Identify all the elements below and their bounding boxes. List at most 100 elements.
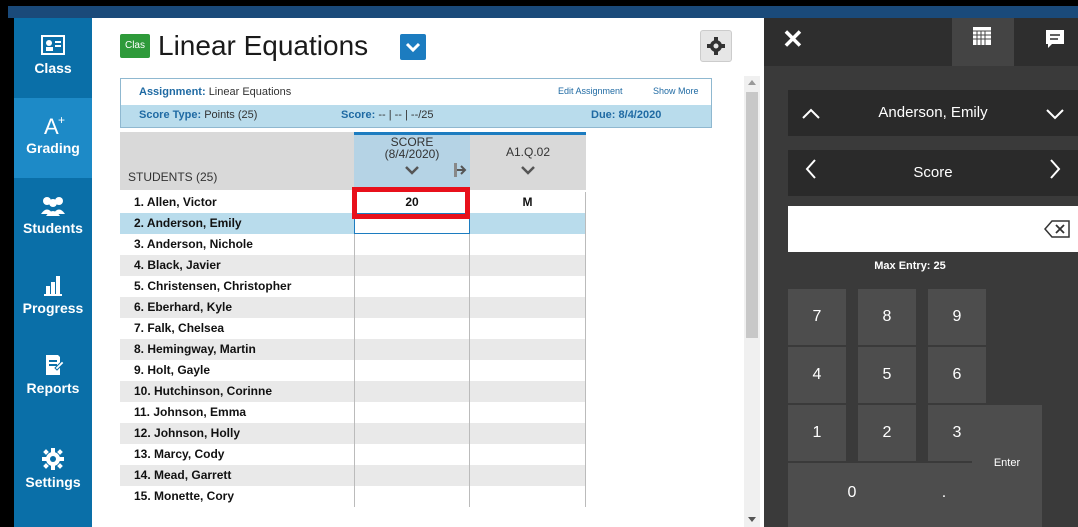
- reports-icon: [46, 355, 65, 375]
- student-name[interactable]: 11. Johnson, Emma: [120, 402, 354, 423]
- score-entry-field[interactable]: [788, 206, 1078, 252]
- key-6[interactable]: 6: [928, 347, 986, 403]
- chevron-down-icon[interactable]: [404, 165, 420, 175]
- table-row[interactable]: 3. Anderson, Nichole: [120, 234, 586, 255]
- table-row[interactable]: 8. Hemingway, Martin: [120, 339, 586, 360]
- student-name[interactable]: 12. Johnson, Holly: [120, 423, 354, 444]
- key-0[interactable]: 0: [788, 463, 916, 527]
- score-cell[interactable]: [354, 318, 470, 339]
- scroll-down-icon[interactable]: [747, 516, 757, 524]
- keypad-tab[interactable]: [952, 18, 1014, 66]
- scrollbar-thumb[interactable]: [746, 92, 758, 338]
- table-row[interactable]: 14. Mead, Garrett: [120, 465, 586, 486]
- nav-item-students[interactable]: Students: [14, 178, 92, 258]
- student-name[interactable]: 6. Eberhard, Kyle: [120, 297, 354, 318]
- show-more-link[interactable]: Show More: [653, 86, 699, 96]
- chevron-down-icon[interactable]: [520, 165, 536, 175]
- key-7[interactable]: 7: [788, 289, 846, 345]
- score-cell[interactable]: [354, 444, 470, 465]
- nav-item-settings[interactable]: Settings: [14, 432, 92, 512]
- key-8[interactable]: 8: [858, 289, 916, 345]
- a1-cell[interactable]: [470, 402, 586, 423]
- student-name[interactable]: 9. Holt, Gayle: [120, 360, 354, 381]
- score-cell[interactable]: [354, 339, 470, 360]
- student-name[interactable]: 14. Mead, Garrett: [120, 465, 354, 486]
- table-row[interactable]: 10. Hutchinson, Corinne: [120, 381, 586, 402]
- table-row[interactable]: 12. Johnson, Holly: [120, 423, 586, 444]
- title-dropdown-button[interactable]: [400, 34, 426, 60]
- comments-tab[interactable]: [1030, 18, 1078, 66]
- key-9[interactable]: 9: [928, 289, 986, 345]
- score-cell[interactable]: [354, 486, 470, 507]
- key-2[interactable]: 2: [858, 405, 916, 461]
- next-column-button[interactable]: [1032, 150, 1078, 196]
- students-column-header[interactable]: STUDENTS (25): [120, 132, 354, 190]
- score-cell[interactable]: [354, 297, 470, 318]
- a1-cell[interactable]: [470, 381, 586, 402]
- table-row[interactable]: 13. Marcy, Cody: [120, 444, 586, 465]
- key-1[interactable]: 1: [788, 405, 846, 461]
- a1-column-header[interactable]: A1.Q.02: [470, 132, 586, 190]
- vertical-scrollbar[interactable]: [744, 76, 760, 527]
- score-cell[interactable]: [354, 381, 470, 402]
- a1-cell[interactable]: [470, 360, 586, 381]
- student-name[interactable]: 1. Allen, Victor: [120, 192, 354, 213]
- a1-cell[interactable]: [470, 339, 586, 360]
- score-cell[interactable]: [354, 423, 470, 444]
- student-name[interactable]: 8. Hemingway, Martin: [120, 339, 354, 360]
- score-cell[interactable]: [354, 255, 470, 276]
- score-cell[interactable]: [354, 360, 470, 381]
- student-name[interactable]: 10. Hutchinson, Corinne: [120, 381, 354, 402]
- table-row[interactable]: 5. Christensen, Christopher: [120, 276, 586, 297]
- score-column-header[interactable]: SCORE (8/4/2020): [354, 132, 470, 190]
- key-decimal[interactable]: .: [916, 463, 972, 527]
- score-cell[interactable]: [354, 276, 470, 297]
- info-top-row: Assignment: Linear Equations Edit Assign…: [121, 79, 711, 105]
- a1-cell[interactable]: [470, 423, 586, 444]
- close-icon[interactable]: ✕: [782, 24, 804, 55]
- enter-button[interactable]: Enter: [972, 405, 1042, 527]
- a1-cell[interactable]: [470, 297, 586, 318]
- student-name[interactable]: 5. Christensen, Christopher: [120, 276, 354, 297]
- a1-cell[interactable]: [470, 276, 586, 297]
- scroll-up-icon[interactable]: [747, 78, 757, 86]
- student-name[interactable]: 4. Black, Javier: [120, 255, 354, 276]
- student-name[interactable]: 3. Anderson, Nichole: [120, 234, 354, 255]
- backspace-icon[interactable]: [1044, 220, 1070, 238]
- a1-cell[interactable]: [470, 234, 586, 255]
- a1-cell[interactable]: [470, 318, 586, 339]
- a1-cell[interactable]: [470, 213, 586, 234]
- nav-item-grading[interactable]: A + Grading: [14, 98, 92, 178]
- student-name[interactable]: 13. Marcy, Cody: [120, 444, 354, 465]
- table-row[interactable]: 7. Falk, Chelsea: [120, 318, 586, 339]
- expand-arrow-icon[interactable]: [454, 163, 468, 177]
- student-name[interactable]: 7. Falk, Chelsea: [120, 318, 354, 339]
- previous-student-button[interactable]: [788, 90, 834, 136]
- settings-button[interactable]: [700, 30, 732, 62]
- a1-cell[interactable]: [470, 444, 586, 465]
- a1-cell[interactable]: [470, 465, 586, 486]
- table-row[interactable]: 11. Johnson, Emma: [120, 402, 586, 423]
- nav-item-progress[interactable]: Progress: [14, 258, 92, 338]
- next-student-button[interactable]: [1032, 90, 1078, 136]
- a1-cell[interactable]: [470, 255, 586, 276]
- a1-cell[interactable]: [470, 486, 586, 507]
- table-row[interactable]: 6. Eberhard, Kyle: [120, 297, 586, 318]
- score-summary: Score: -- | -- | --/25: [341, 109, 434, 121]
- key-4[interactable]: 4: [788, 347, 846, 403]
- panel-top-bar: ✕: [764, 18, 1078, 66]
- student-name[interactable]: 15. Monette, Cory: [120, 486, 354, 507]
- edit-assignment-link[interactable]: Edit Assignment: [558, 86, 623, 96]
- nav-item-class[interactable]: Class: [14, 18, 92, 98]
- key-5[interactable]: 5: [858, 347, 916, 403]
- a1-cell[interactable]: M: [470, 192, 586, 213]
- nav-item-reports[interactable]: Reports: [14, 338, 92, 418]
- score-cell[interactable]: [354, 234, 470, 255]
- score-cell[interactable]: [354, 402, 470, 423]
- table-row[interactable]: 15. Monette, Cory: [120, 486, 586, 507]
- previous-column-button[interactable]: [788, 150, 834, 196]
- score-cell[interactable]: [354, 465, 470, 486]
- table-row[interactable]: 4. Black, Javier: [120, 255, 586, 276]
- table-row[interactable]: 9. Holt, Gayle: [120, 360, 586, 381]
- student-name[interactable]: 2. Anderson, Emily: [120, 213, 354, 234]
